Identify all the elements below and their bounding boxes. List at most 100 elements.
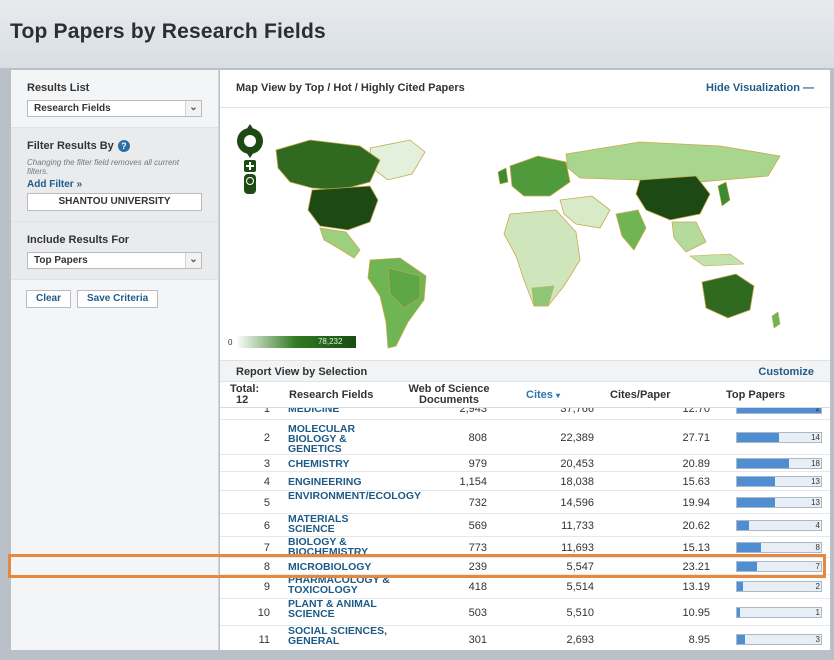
col-cites[interactable]: Cites ▾: [526, 390, 560, 401]
chevron-down-icon: ⌄: [185, 253, 201, 268]
page-title: Top Papers by Research Fields: [10, 20, 326, 43]
add-filter-link[interactable]: Add Filter »: [27, 179, 202, 190]
top-papers-bar[interactable]: 3: [736, 634, 822, 645]
row-rank: 1: [263, 408, 270, 415]
row-rank: 11: [258, 634, 270, 646]
top-papers-bar-fill: [737, 582, 743, 591]
row-documents: 301: [468, 634, 487, 646]
world-map[interactable]: [220, 110, 830, 352]
top-papers-bar[interactable]: 7: [736, 560, 822, 572]
map-australia[interactable]: [701, 273, 755, 319]
top-papers-bar[interactable]: 1: [736, 606, 822, 618]
hide-visualization-link[interactable]: Hide Visualization —: [706, 82, 814, 94]
legend-gradient: 78,232: [236, 336, 357, 348]
row-cites: 5,510: [566, 606, 594, 619]
map-mexico[interactable]: [319, 227, 361, 259]
filter-chip[interactable]: SHANTOU UNIVERSITY: [27, 193, 202, 211]
table-row[interactable]: 6 MATERIALS SCIENCE 569 11,733 20.62 4: [220, 514, 830, 537]
row-field-link[interactable]: MOLECULAR BIOLOGY & GENETICS: [288, 423, 396, 454]
pan-control[interactable]: [237, 124, 263, 158]
table-row[interactable]: 1 MEDICINE 2,943 37,766 12.70 2: [220, 408, 830, 420]
chevron-down-icon: ⌄: [185, 101, 201, 116]
results-list-label: Results List: [27, 82, 90, 94]
table-row[interactable]: 9 PHARMACOLOGY & TOXICOLOGY 418 5,514 13.19 2: [220, 575, 830, 599]
top-papers-bar-fill: [737, 542, 761, 552]
row-cites: 22,389: [560, 431, 594, 444]
top-papers-bar[interactable]: 4: [736, 519, 822, 531]
col-cites-per-paper[interactable]: Cites/Paper: [610, 390, 671, 401]
map-indonesia[interactable]: [689, 253, 745, 267]
row-cites-per-paper: 8.95: [688, 634, 710, 646]
top-papers-bar-fill: [737, 476, 775, 486]
row-cites: 14,596: [560, 496, 594, 509]
top-papers-bar[interactable]: 2: [736, 408, 822, 414]
map-usa[interactable]: [307, 185, 379, 231]
filter-section: Filter Results By ? Changing the filter …: [11, 128, 218, 222]
map-china[interactable]: [635, 175, 711, 221]
row-rank: 3: [263, 457, 270, 470]
row-field-link[interactable]: MATERIALS SCIENCE: [288, 514, 396, 535]
row-field-link[interactable]: PLANT & ANIMAL SCIENCE: [288, 599, 396, 620]
table-row[interactable]: 7 BIOLOGY & BIOCHEMISTRY 773 11,693 15.13 8: [220, 537, 830, 558]
include-select[interactable]: Top Papers ⌄: [27, 252, 202, 269]
row-field-link[interactable]: ENVIRONMENT/ECOLOGY: [288, 491, 421, 502]
globe-icon[interactable]: [244, 174, 256, 194]
col-top-papers[interactable]: Top Papers: [726, 390, 785, 401]
map-europe[interactable]: [509, 155, 571, 197]
row-field-link[interactable]: CHEMISTRY: [288, 458, 396, 469]
top-papers-bar[interactable]: 18: [736, 457, 822, 469]
row-field-link[interactable]: SOCIAL SCIENCES, GENERAL: [288, 626, 396, 647]
row-cites: 18,038: [560, 475, 594, 488]
map-canada[interactable]: [275, 139, 381, 191]
row-documents: 2,943: [459, 408, 487, 415]
map-india[interactable]: [615, 209, 647, 251]
row-cites: 11,693: [561, 541, 594, 554]
help-icon[interactable]: ?: [117, 140, 130, 152]
row-rank: 6: [263, 519, 270, 532]
row-field-link[interactable]: BIOLOGY & BIOCHEMISTRY: [288, 537, 396, 558]
table-row[interactable]: 3 CHEMISTRY 979 20,453 20.89 18: [220, 455, 830, 472]
row-cites: 5,547: [566, 560, 594, 573]
table-row[interactable]: 8 MICROBIOLOGY 239 5,547 23.21 7: [220, 558, 830, 575]
map-uk[interactable]: [497, 167, 509, 185]
save-criteria-button[interactable]: Save Criteria: [77, 290, 159, 308]
row-documents: 569: [468, 519, 487, 532]
table-row[interactable]: 2 MOLECULAR BIOLOGY & GENETICS 808 22,389 27…: [220, 420, 830, 455]
table-row[interactable]: 11 SOCIAL SCIENCES, GENERAL 301 2,693 8.95 3: [220, 626, 830, 650]
row-documents: 732: [468, 496, 487, 509]
row-rank: 10: [257, 606, 270, 619]
col-research-fields[interactable]: Research Fields: [289, 390, 373, 401]
row-rank: 2: [263, 431, 270, 444]
results-list-select[interactable]: Research Fields ⌄: [27, 100, 202, 117]
col-wos-documents[interactable]: Web of Science Documents: [400, 384, 498, 406]
row-documents: 808: [468, 431, 487, 444]
row-cites-per-paper: 15.13: [682, 541, 710, 554]
map-russia[interactable]: [565, 141, 781, 183]
top-papers-bar[interactable]: 8: [736, 541, 822, 553]
map-japan[interactable]: [717, 181, 731, 207]
row-rank: 9: [263, 581, 270, 593]
table-header: Total: 12 Research Fields Web of Science…: [220, 382, 830, 408]
table-row[interactable]: 4 ENGINEERING 1,154 18,038 15.63 13: [220, 472, 830, 491]
clear-button[interactable]: Clear: [26, 290, 72, 308]
row-cites-per-paper: 19.94: [682, 496, 710, 509]
row-field-link[interactable]: MEDICINE: [288, 408, 396, 414]
row-cites-per-paper: 12.70: [682, 408, 710, 415]
row-field-link[interactable]: PHARMACOLOGY & TOXICOLOGY: [288, 575, 396, 596]
results-list-section: Results List Research Fields ⌄: [11, 70, 218, 128]
top-papers-bar[interactable]: 13: [736, 496, 822, 508]
row-cites: 20,453: [560, 457, 594, 470]
top-papers-bar[interactable]: 2: [736, 581, 822, 592]
table-row[interactable]: 5 ENVIRONMENT/ECOLOGY 732 14,596 19.94 13: [220, 491, 830, 514]
map-new-zealand[interactable]: [771, 311, 781, 329]
row-field-link[interactable]: MICROBIOLOGY: [288, 561, 396, 572]
top-papers-bar[interactable]: 14: [736, 431, 822, 443]
table-row[interactable]: 10 PLANT & ANIMAL SCIENCE 503 5,510 10.95 1: [220, 599, 830, 626]
map-southeast-asia[interactable]: [671, 221, 707, 253]
customize-link[interactable]: Customize: [758, 366, 814, 378]
zoom-in-icon[interactable]: [244, 160, 256, 172]
top-papers-bar[interactable]: 13: [736, 475, 822, 487]
row-rank: 7: [263, 541, 270, 554]
page-header: Top Papers by Research Fields: [0, 0, 834, 68]
row-field-link[interactable]: ENGINEERING: [288, 476, 396, 487]
